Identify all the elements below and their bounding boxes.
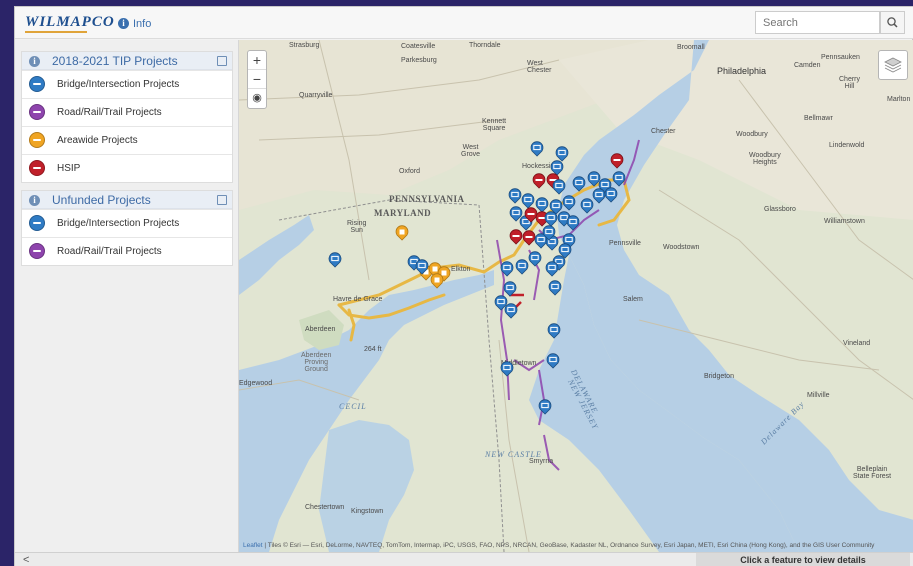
bridge-marker-icon xyxy=(29,215,45,231)
road-marker-icon xyxy=(29,243,45,259)
bridge-project-marker[interactable] xyxy=(612,171,626,187)
bridge-project-marker[interactable] xyxy=(535,197,549,213)
info-label: Info xyxy=(133,17,152,30)
search-icon xyxy=(887,17,898,28)
map-attribution: Leaflet | Tiles © Esri — Esri, DeLorme, … xyxy=(243,541,898,550)
tip-projects-panel: i 2018-2021 TIP Projects Bridge/Intersec… xyxy=(21,51,233,183)
bridge-project-marker[interactable] xyxy=(538,399,552,415)
bridge-project-marker[interactable] xyxy=(545,261,559,277)
feature-details-prompt: Click a feature to view details xyxy=(696,553,910,566)
bridge-project-marker[interactable] xyxy=(580,198,594,214)
top-bar: WILMAPCO i Info xyxy=(15,7,913,39)
bridge-project-marker[interactable] xyxy=(509,206,523,222)
info-icon[interactable]: i xyxy=(29,56,40,67)
bridge-project-marker[interactable] xyxy=(544,211,558,227)
bridge-project-marker[interactable] xyxy=(504,303,518,319)
bridge-project-marker[interactable] xyxy=(562,195,576,211)
info-icon[interactable]: i xyxy=(29,195,40,206)
layer-item-unfunded-bridge-intersection[interactable]: Bridge/Intersection Projects xyxy=(22,209,232,237)
info-button[interactable]: i Info xyxy=(112,14,157,33)
bottom-bar: < Click a feature to view details xyxy=(15,552,913,566)
attribution-text: | Tiles © Esri — Esri, DeLorme, NAVTEQ, … xyxy=(262,542,875,549)
bridge-project-marker[interactable] xyxy=(500,261,514,277)
search-input[interactable] xyxy=(755,11,880,34)
bridge-project-marker[interactable] xyxy=(566,215,580,231)
map-view[interactable]: Strasburg Coatesville Thorndale Parkesbu… xyxy=(239,40,913,552)
bridge-project-marker[interactable] xyxy=(328,252,342,268)
select-all-checkbox-icon[interactable] xyxy=(217,56,227,66)
zoom-in-button[interactable]: + xyxy=(248,51,266,70)
bridge-project-marker[interactable] xyxy=(521,193,535,209)
bridge-project-marker[interactable] xyxy=(503,281,517,297)
info-icon: i xyxy=(118,18,129,29)
hsip-project-marker[interactable] xyxy=(610,153,624,169)
panel-title: 2018-2021 TIP Projects xyxy=(52,54,178,68)
search-button[interactable] xyxy=(880,11,905,34)
bridge-project-marker[interactable] xyxy=(528,251,542,267)
basemap-layers-button[interactable] xyxy=(878,50,908,80)
bridge-project-marker[interactable] xyxy=(592,188,606,204)
select-all-checkbox-icon[interactable] xyxy=(217,195,227,205)
layer-item-bridge-intersection[interactable]: Bridge/Intersection Projects xyxy=(22,70,232,98)
bridge-project-marker[interactable] xyxy=(550,160,564,176)
hsip-project-marker[interactable] xyxy=(509,229,523,245)
hsip-project-marker[interactable] xyxy=(532,173,546,189)
logo[interactable]: WILMAPCO xyxy=(25,14,115,31)
leaflet-link[interactable]: Leaflet xyxy=(243,542,263,549)
unfunded-projects-panel: i Unfunded Projects Bridge/Intersection … xyxy=(21,190,233,266)
layer-item-road-rail-trail[interactable]: Road/Rail/Trail Projects xyxy=(22,98,232,126)
bridge-project-marker[interactable] xyxy=(572,176,586,192)
areawide-marker-icon xyxy=(29,132,45,148)
panel-title: Unfunded Projects xyxy=(52,193,151,207)
bridge-project-marker[interactable] xyxy=(530,141,544,157)
app-window: WILMAPCO i Info i 2018-2021 TIP Projects… xyxy=(14,6,913,566)
bridge-project-marker[interactable] xyxy=(515,259,529,275)
collapse-sidebar-icon[interactable]: < xyxy=(23,554,29,566)
road-marker-icon xyxy=(29,104,45,120)
layer-item-areawide[interactable]: Areawide Projects xyxy=(22,126,232,154)
panel-header[interactable]: i 2018-2021 TIP Projects xyxy=(22,52,232,70)
zoom-control: + − ◉ xyxy=(247,50,267,109)
bridge-project-marker[interactable] xyxy=(546,353,560,369)
panel-header[interactable]: i Unfunded Projects xyxy=(22,191,232,209)
areawide-project-marker[interactable] xyxy=(395,225,409,241)
layer-label: Bridge/Intersection Projects xyxy=(57,79,180,90)
project-markers xyxy=(328,141,626,415)
bridge-project-marker[interactable] xyxy=(587,171,601,187)
locate-button[interactable]: ◉ xyxy=(248,89,266,108)
hsip-project-marker[interactable] xyxy=(522,230,536,246)
layer-item-hsip[interactable]: HSIP xyxy=(22,154,232,182)
layer-label: Areawide Projects xyxy=(57,135,138,146)
layer-label: Road/Rail/Trail Projects xyxy=(57,107,162,118)
layer-label: Bridge/Intersection Projects xyxy=(57,218,180,229)
areawide-project-marker[interactable] xyxy=(430,273,444,289)
layers-icon xyxy=(884,57,902,73)
layer-sidebar: i 2018-2021 TIP Projects Bridge/Intersec… xyxy=(15,40,239,552)
zoom-out-button[interactable]: − xyxy=(248,70,266,89)
hsip-marker-icon xyxy=(29,160,45,176)
bridge-project-marker[interactable] xyxy=(552,179,566,195)
layer-label: HSIP xyxy=(57,163,81,174)
layer-item-unfunded-road-rail-trail[interactable]: Road/Rail/Trail Projects xyxy=(22,237,232,265)
bridge-project-marker[interactable] xyxy=(548,280,562,296)
bridge-project-marker[interactable] xyxy=(547,323,561,339)
logo-underline xyxy=(25,31,87,33)
bridge-project-marker[interactable] xyxy=(508,188,522,204)
bridge-project-marker[interactable] xyxy=(555,146,569,162)
bridge-project-marker[interactable] xyxy=(500,361,514,377)
bridge-marker-icon xyxy=(29,76,45,92)
layer-label: Road/Rail/Trail Projects xyxy=(57,246,162,257)
bridge-project-marker[interactable] xyxy=(604,187,618,203)
